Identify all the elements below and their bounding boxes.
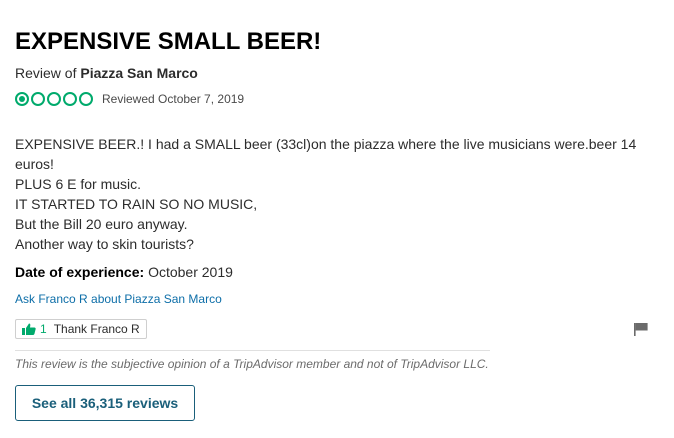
review-of-line: Review of Piazza San Marco: [15, 65, 198, 81]
place-name[interactable]: Piazza San Marco: [80, 65, 198, 81]
bubble-empty-icon: [63, 92, 77, 106]
review-body-line: Another way to skin tourists?: [15, 236, 194, 252]
thank-label: Thank Franco R: [53, 322, 140, 336]
reviewed-date: Reviewed October 7, 2019: [102, 92, 245, 106]
ask-reviewer-link[interactable]: Ask Franco R about Piazza San Marco: [15, 292, 222, 306]
thumbs-up-icon: [22, 323, 36, 335]
see-all-reviews-button[interactable]: See all 36,315 reviews: [15, 385, 195, 421]
review-body-line: But the Bill 20 euro anyway.: [15, 216, 188, 232]
divider: [15, 350, 490, 351]
review-of-prefix: Review of: [15, 65, 77, 81]
review-disclaimer: This review is the subjective opinion of…: [15, 357, 489, 371]
bubble-empty-icon: [31, 92, 45, 106]
date-of-experience-value: October 2019: [148, 264, 233, 280]
review-card: EXPENSIVE SMALL BEER! Review of Piazza S…: [0, 0, 674, 438]
flag-icon[interactable]: [634, 322, 648, 336]
bubble-rating: [15, 92, 95, 106]
review-body: EXPENSIVE BEER.! I had a SMALL beer (33c…: [15, 134, 645, 254]
date-of-experience-label: Date of experience:: [15, 264, 145, 280]
review-body-line: IT STARTED TO RAIN SO NO MUSIC,: [15, 196, 258, 212]
date-of-experience: Date of experience: October 2019: [15, 264, 233, 280]
bubble-empty-icon: [47, 92, 61, 106]
rating-row: Reviewed October 7, 2019: [15, 90, 244, 108]
review-body-line: PLUS 6 E for music.: [15, 176, 142, 192]
bubble-empty-icon: [79, 92, 93, 106]
thank-button[interactable]: 1 Thank Franco R: [15, 319, 147, 339]
review-title: EXPENSIVE SMALL BEER!: [15, 28, 322, 55]
review-body-line: EXPENSIVE BEER.! I had a SMALL beer (33c…: [15, 136, 637, 172]
bubble-filled-icon: [15, 92, 29, 106]
thank-count: 1: [40, 322, 47, 336]
